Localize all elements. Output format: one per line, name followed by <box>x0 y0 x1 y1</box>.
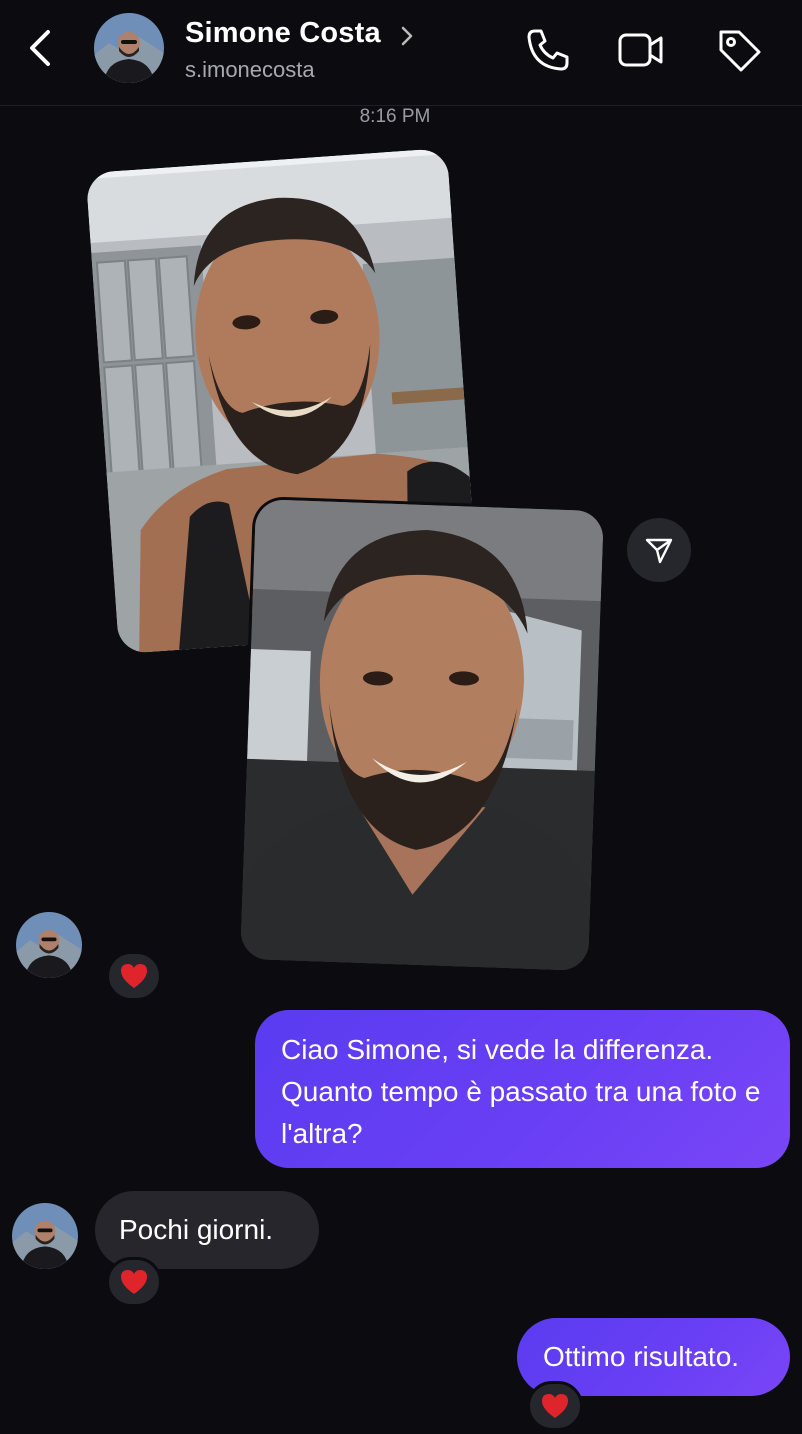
message-timestamp: 8:16 PM <box>359 106 431 127</box>
phone-icon[interactable] <box>524 26 572 74</box>
contact-avatar-small[interactable] <box>12 1203 78 1269</box>
heart-icon <box>121 964 147 988</box>
heart-icon <box>542 1394 568 1418</box>
heart-reaction[interactable] <box>106 1257 162 1307</box>
chat-header: Simone Costa s.imonecosta <box>0 0 802 106</box>
heart-reaction[interactable] <box>106 951 162 1001</box>
heart-reaction[interactable] <box>527 1381 583 1431</box>
chevron-right-icon[interactable] <box>398 24 416 48</box>
contact-name[interactable]: Simone Costa <box>185 17 381 50</box>
contact-avatar-small[interactable] <box>16 912 82 978</box>
outgoing-message[interactable]: Ciao Simone, si vede la differenza. Quan… <box>255 1010 790 1168</box>
contact-avatar[interactable] <box>94 13 164 83</box>
contact-username: s.imonecosta <box>185 57 315 82</box>
send-icon <box>645 538 673 564</box>
shared-photo-car[interactable] <box>240 499 604 971</box>
back-arrow-icon[interactable] <box>22 26 62 70</box>
video-camera-icon[interactable] <box>617 26 665 74</box>
share-button[interactable] <box>627 518 691 582</box>
heart-icon <box>121 1270 147 1294</box>
tag-icon[interactable] <box>715 26 763 74</box>
